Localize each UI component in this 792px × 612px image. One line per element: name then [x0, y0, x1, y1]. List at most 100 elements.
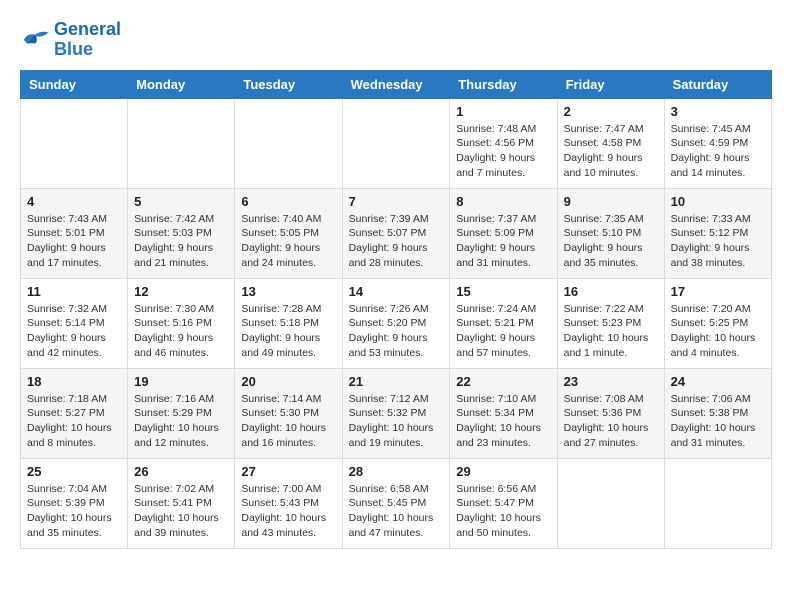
day-cell: [235, 98, 342, 188]
day-number: 16: [564, 284, 658, 299]
day-number: 23: [564, 374, 658, 389]
col-header-tuesday: Tuesday: [235, 70, 342, 98]
day-cell: 3 Sunrise: 7:45 AM Sunset: 4:59 PM Daylig…: [664, 98, 771, 188]
day-number: 28: [349, 464, 444, 479]
day-cell: 28 Sunrise: 6:58 AM Sunset: 5:45 PM Dayli…: [342, 458, 450, 548]
day-number: 14: [349, 284, 444, 299]
day-cell: 8Sunrise: 7:37 AM Sunset: 5:09 PM Daylig…: [450, 188, 557, 278]
day-info: Sunrise: 7:14 AM Sunset: 5:30 PM Dayligh…: [241, 392, 335, 451]
logo: General Blue: [20, 20, 121, 60]
day-cell: [557, 458, 664, 548]
logo-bird-icon: [20, 28, 50, 52]
col-header-monday: Monday: [128, 70, 235, 98]
day-info: Sunrise: 7:08 AM Sunset: 5:36 PM Dayligh…: [564, 392, 658, 451]
day-cell: 4 Sunrise: 7:43 AM Sunset: 5:01 PM Daylig…: [21, 188, 128, 278]
day-cell: 19 Sunrise: 7:16 AM Sunset: 5:29 PM Dayli…: [128, 368, 235, 458]
day-info: Sunrise: 7:47 AM Sunset: 4:58 PM Dayligh…: [564, 122, 658, 181]
day-info: Sunrise: 7:48 AM Sunset: 4:56 PM Dayligh…: [456, 122, 550, 181]
day-number: 6: [241, 194, 335, 209]
day-cell: 12Sunrise: 7:30 AM Sunset: 5:16 PM Dayli…: [128, 278, 235, 368]
day-number: 21: [349, 374, 444, 389]
day-cell: 20Sunrise: 7:14 AM Sunset: 5:30 PM Dayli…: [235, 368, 342, 458]
day-cell: [128, 98, 235, 188]
day-cell: 9Sunrise: 7:35 AM Sunset: 5:10 PM Daylig…: [557, 188, 664, 278]
day-number: 1: [456, 104, 550, 119]
day-info: Sunrise: 7:06 AM Sunset: 5:38 PM Dayligh…: [671, 392, 765, 451]
calendar-table: SundayMondayTuesdayWednesdayThursdayFrid…: [20, 70, 772, 549]
day-number: 8: [456, 194, 550, 209]
day-number: 5: [134, 194, 228, 209]
week-row-1: 1 Sunrise: 7:48 AM Sunset: 4:56 PM Daylig…: [21, 98, 772, 188]
day-cell: 10 Sunrise: 7:33 AM Sunset: 5:12 PM Dayli…: [664, 188, 771, 278]
week-row-4: 18Sunrise: 7:18 AM Sunset: 5:27 PM Dayli…: [21, 368, 772, 458]
day-info: Sunrise: 7:02 AM Sunset: 5:41 PM Dayligh…: [134, 482, 228, 541]
week-row-5: 25 Sunrise: 7:04 AM Sunset: 5:39 PM Dayli…: [21, 458, 772, 548]
day-info: Sunrise: 7:32 AM Sunset: 5:14 PM Dayligh…: [27, 302, 121, 361]
day-info: Sunrise: 7:40 AM Sunset: 5:05 PM Dayligh…: [241, 212, 335, 271]
col-header-sunday: Sunday: [21, 70, 128, 98]
page-header: General Blue: [20, 20, 772, 60]
day-cell: 27Sunrise: 7:00 AM Sunset: 5:43 PM Dayli…: [235, 458, 342, 548]
day-cell: 26 Sunrise: 7:02 AM Sunset: 5:41 PM Dayli…: [128, 458, 235, 548]
day-number: 13: [241, 284, 335, 299]
day-number: 4: [27, 194, 121, 209]
day-cell: [664, 458, 771, 548]
col-header-friday: Friday: [557, 70, 664, 98]
day-number: 19: [134, 374, 228, 389]
day-info: Sunrise: 7:45 AM Sunset: 4:59 PM Dayligh…: [671, 122, 765, 181]
calendar-body: 1 Sunrise: 7:48 AM Sunset: 4:56 PM Daylig…: [21, 98, 772, 548]
day-info: Sunrise: 7:00 AM Sunset: 5:43 PM Dayligh…: [241, 482, 335, 541]
day-info: Sunrise: 6:56 AM Sunset: 5:47 PM Dayligh…: [456, 482, 550, 541]
day-info: Sunrise: 7:43 AM Sunset: 5:01 PM Dayligh…: [27, 212, 121, 271]
day-number: 2: [564, 104, 658, 119]
day-info: Sunrise: 7:26 AM Sunset: 5:20 PM Dayligh…: [349, 302, 444, 361]
day-info: Sunrise: 7:04 AM Sunset: 5:39 PM Dayligh…: [27, 482, 121, 541]
day-info: Sunrise: 7:12 AM Sunset: 5:32 PM Dayligh…: [349, 392, 444, 451]
day-cell: 6 Sunrise: 7:40 AM Sunset: 5:05 PM Daylig…: [235, 188, 342, 278]
col-header-wednesday: Wednesday: [342, 70, 450, 98]
day-cell: 2 Sunrise: 7:47 AM Sunset: 4:58 PM Daylig…: [557, 98, 664, 188]
day-number: 10: [671, 194, 765, 209]
day-cell: 5 Sunrise: 7:42 AM Sunset: 5:03 PM Daylig…: [128, 188, 235, 278]
logo-text-blue: Blue: [54, 40, 121, 60]
day-cell: 18Sunrise: 7:18 AM Sunset: 5:27 PM Dayli…: [21, 368, 128, 458]
day-cell: 25 Sunrise: 7:04 AM Sunset: 5:39 PM Dayli…: [21, 458, 128, 548]
day-cell: 16 Sunrise: 7:22 AM Sunset: 5:23 PM Dayli…: [557, 278, 664, 368]
day-info: Sunrise: 7:16 AM Sunset: 5:29 PM Dayligh…: [134, 392, 228, 451]
day-cell: 13 Sunrise: 7:28 AM Sunset: 5:18 PM Dayli…: [235, 278, 342, 368]
day-info: Sunrise: 7:18 AM Sunset: 5:27 PM Dayligh…: [27, 392, 121, 451]
day-cell: 24 Sunrise: 7:06 AM Sunset: 5:38 PM Dayli…: [664, 368, 771, 458]
day-number: 15: [456, 284, 550, 299]
day-number: 3: [671, 104, 765, 119]
col-header-thursday: Thursday: [450, 70, 557, 98]
day-number: 7: [349, 194, 444, 209]
day-cell: 11 Sunrise: 7:32 AM Sunset: 5:14 PM Dayli…: [21, 278, 128, 368]
day-info: Sunrise: 7:33 AM Sunset: 5:12 PM Dayligh…: [671, 212, 765, 271]
day-info: Sunrise: 7:22 AM Sunset: 5:23 PM Dayligh…: [564, 302, 658, 361]
day-info: Sunrise: 7:24 AM Sunset: 5:21 PM Dayligh…: [456, 302, 550, 361]
day-cell: 22Sunrise: 7:10 AM Sunset: 5:34 PM Dayli…: [450, 368, 557, 458]
col-header-saturday: Saturday: [664, 70, 771, 98]
day-number: 26: [134, 464, 228, 479]
day-cell: [342, 98, 450, 188]
day-info: Sunrise: 7:10 AM Sunset: 5:34 PM Dayligh…: [456, 392, 550, 451]
day-cell: 21 Sunrise: 7:12 AM Sunset: 5:32 PM Dayli…: [342, 368, 450, 458]
day-number: 11: [27, 284, 121, 299]
day-info: Sunrise: 6:58 AM Sunset: 5:45 PM Dayligh…: [349, 482, 444, 541]
calendar-header: SundayMondayTuesdayWednesdayThursdayFrid…: [21, 70, 772, 98]
day-info: Sunrise: 7:30 AM Sunset: 5:16 PM Dayligh…: [134, 302, 228, 361]
day-cell: 1 Sunrise: 7:48 AM Sunset: 4:56 PM Daylig…: [450, 98, 557, 188]
day-info: Sunrise: 7:42 AM Sunset: 5:03 PM Dayligh…: [134, 212, 228, 271]
day-info: Sunrise: 7:35 AM Sunset: 5:10 PM Dayligh…: [564, 212, 658, 271]
day-info: Sunrise: 7:28 AM Sunset: 5:18 PM Dayligh…: [241, 302, 335, 361]
day-cell: 29 Sunrise: 6:56 AM Sunset: 5:47 PM Dayli…: [450, 458, 557, 548]
day-info: Sunrise: 7:39 AM Sunset: 5:07 PM Dayligh…: [349, 212, 444, 271]
day-number: 25: [27, 464, 121, 479]
day-number: 29: [456, 464, 550, 479]
day-number: 24: [671, 374, 765, 389]
day-cell: 15 Sunrise: 7:24 AM Sunset: 5:21 PM Dayli…: [450, 278, 557, 368]
day-cell: [21, 98, 128, 188]
day-cell: 14 Sunrise: 7:26 AM Sunset: 5:20 PM Dayli…: [342, 278, 450, 368]
week-row-2: 4 Sunrise: 7:43 AM Sunset: 5:01 PM Daylig…: [21, 188, 772, 278]
logo-text-general: General: [54, 20, 121, 40]
